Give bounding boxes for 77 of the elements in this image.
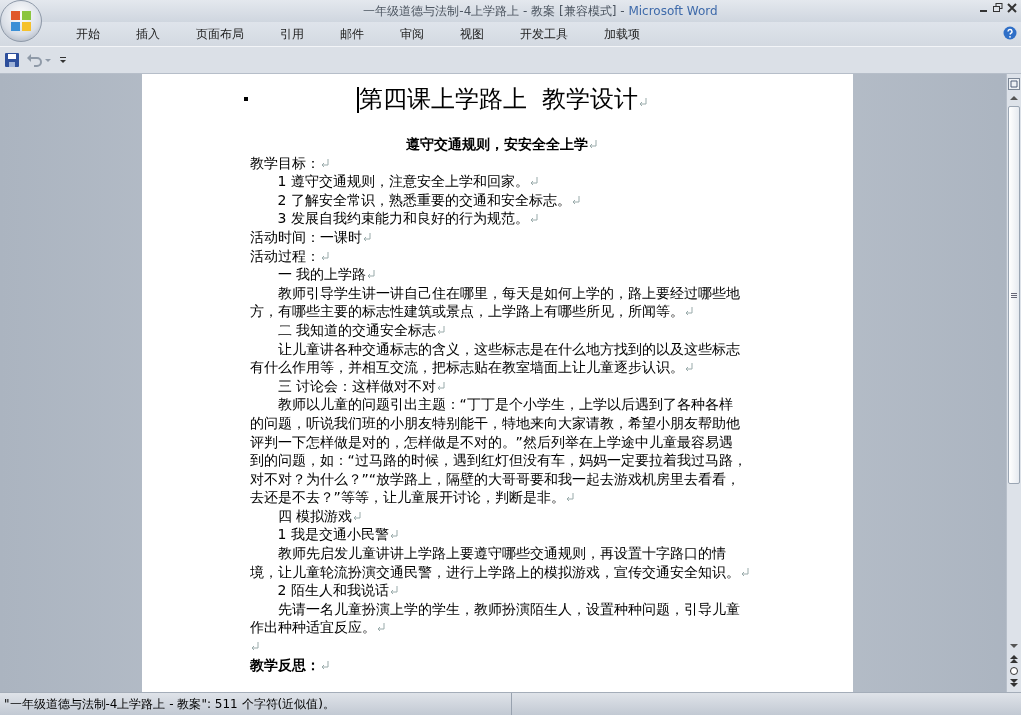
paragraph-text: 教学目标： <box>249 154 320 171</box>
status-text: "一年级道德与法制-4上学路上 - 教案": 511 个字符(近似值)。 <box>0 693 512 715</box>
paragraph-mark-icon <box>375 622 386 633</box>
section-heading: 教学反思： <box>249 656 320 673</box>
previous-page-icon[interactable] <box>1009 654 1019 664</box>
paragraph-text: 活动时间：一课时 <box>249 228 362 245</box>
paragraph-mark-icon <box>637 97 648 107</box>
ribbon-tab[interactable]: 视图 <box>442 23 502 45</box>
paragraph-text: 一 我的上学路 <box>277 266 366 283</box>
ribbon-tab[interactable]: 邮件 <box>322 23 382 45</box>
paragraph-text: 1 我是交通小民警 <box>277 526 389 543</box>
text-cursor <box>357 87 359 113</box>
browse-object-icon[interactable] <box>1009 666 1019 676</box>
paragraph-mark-icon <box>564 492 575 503</box>
paragraph-mark-icon <box>739 566 750 577</box>
ribbon-tab[interactable]: 开发工具 <box>502 23 586 45</box>
paragraph-mark-icon <box>365 269 376 280</box>
office-logo-icon <box>10 10 32 32</box>
grip-icon <box>1011 292 1017 298</box>
paragraph-line: 让儿童讲各种交通标志的含义，这些标志是在什么地方找到的以及这些标志 <box>277 340 740 357</box>
paragraph-mark-icon <box>683 362 694 373</box>
paragraph-mark-icon <box>361 231 372 242</box>
scrollbar-thumb[interactable] <box>1008 106 1020 484</box>
next-page-icon[interactable] <box>1009 678 1019 688</box>
paragraph-line: 先请一名儿童扮演上学的学生，教师扮演陌生人，设置种种问题，引导儿童 <box>277 600 740 617</box>
paragraph-line: 评判一下怎样做是对的，怎样做是不对的。”然后列举在上学途中儿童最容易遇 <box>249 433 733 450</box>
paragraph-mark-icon <box>435 324 446 335</box>
scroll-up-icon[interactable] <box>1009 94 1019 102</box>
paragraph-line: 去还是不去？”等等，让儿童展开讨论，判断是非。 <box>249 489 565 506</box>
paragraph-line: 对不对？为什么？”“放学路上，隔壁的大哥哥要和我一起去游戏机房里去看看， <box>249 470 740 487</box>
paragraph-text: 2 陌生人和我说话 <box>277 582 389 599</box>
paragraph-mark-icon <box>319 659 330 670</box>
paragraph-text: 3 发展自我约束能力和良好的行为规范。 <box>277 210 529 227</box>
help-icon[interactable] <box>1003 26 1017 40</box>
paragraph-line: 方，有哪些主要的标志性建筑或景点，上学路上有哪些所见，所闻等。 <box>249 303 684 320</box>
paragraph-line: 教师先启发儿童讲讲上学路上要遵守哪些交通规则，再设置十字路口的情 <box>277 545 726 562</box>
window-title: 一年级道德与法制-4上学路上 - 教案 [兼容模式] - Microsoft Word <box>363 3 718 20</box>
paragraph-mark-icon <box>570 194 581 205</box>
paragraph-mark-icon <box>528 176 539 187</box>
paragraph-mark-icon <box>587 139 598 149</box>
paragraph-mark-icon <box>388 585 399 596</box>
paragraph-line: 教师以儿童的问题引出主题：“丁丁是个小学生，上学以后遇到了各种各样 <box>277 396 733 413</box>
close-icon[interactable] <box>1007 3 1017 13</box>
ribbon-tab[interactable]: 引用 <box>262 23 322 45</box>
paragraph-mark-icon <box>319 157 330 168</box>
scroll-down-icon[interactable] <box>1009 642 1019 650</box>
ribbon-tab[interactable]: 开始 <box>58 23 118 45</box>
ruler-toggle-icon[interactable] <box>1008 78 1020 90</box>
ribbon-tab[interactable]: 页面布局 <box>178 23 262 45</box>
paragraph-text: 四 模拟游戏 <box>277 507 352 524</box>
paragraph-text: 三 讨论会：这样做对不对 <box>277 377 436 394</box>
subtitle: 遵守交通规则，安安全全上学 <box>405 136 588 152</box>
paragraph-line: 到的问题，如：“过马路的时候，遇到红灯但没有车，妈妈一定要拉着我过马路， <box>249 452 747 469</box>
paragraph-line: 作出种种适宜反应。 <box>249 619 376 636</box>
paragraph-line: 教师引导学生讲一讲自己住在哪里，每天是如何上学的，路上要经过哪些地 <box>277 284 740 301</box>
ribbon-tab[interactable]: 插入 <box>118 23 178 45</box>
paragraph-mark-icon <box>528 213 539 224</box>
paragraph-line: 的问题，听说我们班的小朋友特别能干，特地来向大家请教，希望小朋友帮助他 <box>249 414 740 431</box>
restore-icon[interactable] <box>993 3 1003 13</box>
paragraph-text: 活动过程： <box>249 247 320 264</box>
paragraph-line: 有什么作用等，并相互交流，把标志贴在教室墙面上让儿童逐步认识。 <box>249 359 684 376</box>
document-title: 第四课上学路上 教学设计 <box>358 85 638 113</box>
bullet-icon <box>243 97 248 101</box>
ribbon-tab[interactable]: 审阅 <box>382 23 442 45</box>
paragraph-mark-icon <box>683 306 694 317</box>
paragraph-line: 境，让儿童轮流扮演交通民警，进行上学路上的模拟游戏，宣传交通安全知识。 <box>249 563 740 580</box>
paragraph-mark-icon <box>249 641 260 652</box>
paragraph-mark-icon <box>388 529 399 540</box>
paragraph-mark-icon <box>435 380 446 391</box>
vertical-scrollbar[interactable] <box>1006 74 1021 692</box>
save-icon[interactable] <box>4 52 20 68</box>
paragraph-mark-icon <box>351 510 362 521</box>
paragraph-text: 二 我知道的交通安全标志 <box>277 321 436 338</box>
paragraph-text: 2 了解安全常识，熟悉重要的交通和安全标志。 <box>277 191 571 208</box>
paragraph-text: 1 遵守交通规则，注意安全上学和回家。 <box>277 173 529 190</box>
paragraph-mark-icon <box>319 250 330 261</box>
ribbon-tab[interactable]: 加载项 <box>586 23 658 45</box>
